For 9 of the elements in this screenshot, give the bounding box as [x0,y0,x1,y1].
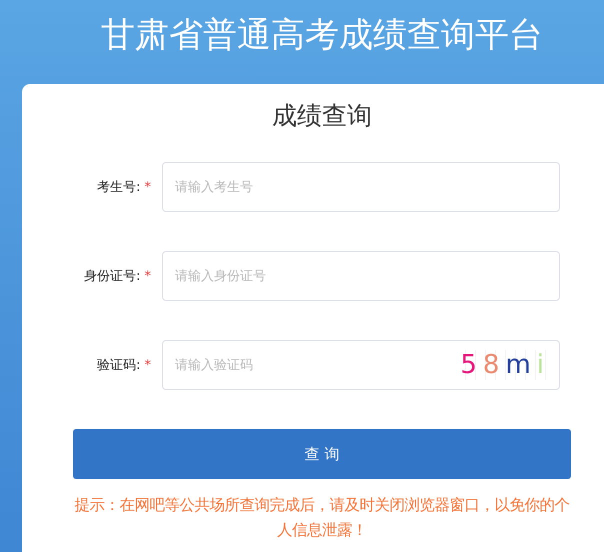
input-field[interactable]: 请输入考生号 [162,162,560,212]
privacy-tip: 提示：在网吧等公共场所查询完成后，请及时关闭浏览器窗口，以免你的个人信息泄露！ [74,495,570,541]
query-button[interactable]: 查 询 [73,429,571,479]
field-label: 身份证号: * [83,268,152,285]
input-field[interactable]: 请输入身份证号 [162,251,560,301]
form-title: 成绩查询 [271,100,373,132]
field-label: 验证码: * [96,357,152,374]
field-label: 考生号: * [96,179,152,196]
page-title: 甘肃省普通高考成绩查询平台 [100,14,544,57]
